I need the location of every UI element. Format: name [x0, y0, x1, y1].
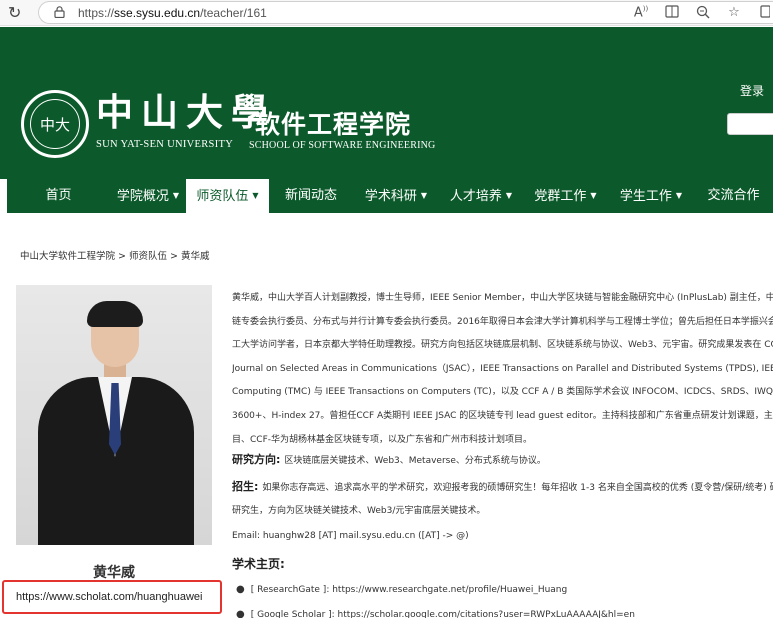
favorites-icon[interactable]: ☆: [726, 5, 742, 23]
address-bar[interactable]: https://sse.sysu.edu.cn/teacher/161 A)) …: [38, 1, 773, 24]
scholat-link[interactable]: https://www.scholat.com/huanghuawei: [16, 591, 203, 603]
recruit-section: 招生: 如果你志存高远、追求高水平的学术研究，欢迎报考我的硕博研究生！每年招收 1…: [232, 478, 773, 494]
nav-education[interactable]: 人才培养 ▼: [439, 179, 523, 213]
recruit-text-cont: 研究生，方向为区块链关键技术、Web3/元宇宙底层关键技术。: [232, 506, 486, 516]
university-name-cn: 中山大學: [96, 90, 276, 134]
split-screen-icon[interactable]: [757, 5, 773, 23]
research-section: 研究方向: 区块链底层关键技术、Web3、Metaverse、分布式系统与协议。: [232, 451, 546, 467]
teacher-photo: [16, 285, 212, 545]
nav-students[interactable]: 学生工作 ▼: [608, 179, 694, 213]
url-path: /teacher/161: [200, 6, 267, 20]
reader-mode-icon[interactable]: [664, 5, 680, 23]
nav-faculty[interactable]: 师资队伍 ▼: [186, 179, 269, 213]
nav-home[interactable]: 首页: [7, 179, 110, 213]
lock-icon[interactable]: [54, 6, 65, 21]
school-name-cn: 软件工程学院: [255, 110, 412, 139]
researchgate-link[interactable]: ●[ ResearchGate ]: https://www.researchg…: [236, 584, 567, 595]
read-aloud-icon[interactable]: A)): [633, 5, 649, 23]
breadcrumb[interactable]: 中山大学软件工程学院 > 师资队伍 > 黄华威: [20, 248, 210, 262]
chevron-down-icon: ▼: [590, 191, 597, 200]
chevron-down-icon: ▼: [505, 191, 513, 200]
url-scheme: https://: [78, 6, 115, 20]
site-search-input[interactable]: [727, 113, 773, 135]
site-header: 中大 中山大學 SUN YAT-SEN UNIVERSITY 软件工程学院 SC…: [0, 27, 773, 179]
homepage-title: 学术主页:: [232, 557, 285, 571]
google-scholar-link[interactable]: ●[ Google Scholar ]: https://scholar.goo…: [236, 609, 635, 618]
emblem-text: 中大: [30, 99, 80, 149]
url-text[interactable]: https://sse.sysu.edu.cn/teacher/161: [78, 6, 267, 20]
university-name-en: SUN YAT-SEN UNIVERSITY: [96, 139, 234, 150]
browser-toolbar: ↻ https://sse.sysu.edu.cn/teacher/161 A)…: [0, 0, 773, 26]
chevron-down-icon: ▼: [252, 191, 259, 200]
bio-line: 3600+、H-index 27。曾担任CCF A类期刊 IEEE JSAC 的…: [232, 410, 773, 421]
main-nav: 首页 学院概况 ▼ 师资队伍 ▼ 新闻动态 学术科研 ▼ 人才培养 ▼ 党群工作 ▼ 学生…: [0, 179, 773, 213]
login-link[interactable]: 登录: [740, 82, 764, 99]
bio-line: 黄华威，中山大学百人计划副教授，博士生导师，IEEE Senior Member…: [232, 293, 773, 303]
school-name-en: SCHOOL OF SOFTWARE ENGINEERING: [249, 140, 436, 151]
nav-news[interactable]: 新闻动态: [269, 179, 353, 213]
bio-line: Journal on Selected Areas in Communicati…: [232, 363, 773, 374]
university-emblem-icon[interactable]: 中大: [21, 90, 89, 158]
reload-icon[interactable]: ↻: [8, 3, 21, 22]
bio-line: Computing (TMC) 与 IEEE Transactions on C…: [232, 387, 773, 398]
bio-line: 工大学访问学者，日本京都大学特任助理教授。研究方向包括区块链底层机制、区块链系统…: [232, 340, 773, 351]
url-host: sse.sysu.edu.cn: [114, 6, 201, 20]
chevron-down-icon: ▼: [420, 191, 428, 200]
nav-exchange[interactable]: 交流合作: [694, 179, 773, 213]
recruit-text: 如果你志存高远、追求高水平的学术研究，欢迎报考我的硕博研究生！每年招收 1-3 …: [262, 483, 773, 493]
recruit-label: 招生:: [232, 480, 259, 493]
nav-party[interactable]: 党群工作 ▼: [523, 179, 608, 213]
email-text: Email: huanghw28 [AT] mail.sysu.edu.cn (…: [232, 531, 469, 541]
research-text: 区块链底层关键技术、Web3、Metaverse、分布式系统与协议。: [284, 456, 546, 466]
research-label: 研究方向:: [232, 453, 281, 466]
bullet-icon: ●: [236, 609, 245, 618]
chevron-down-icon: ▼: [172, 191, 180, 200]
bio-line: 链专委会执行委员、分布式与并行计算专委会执行委员。2016年取得日本会津大学计算…: [232, 316, 773, 327]
nav-about[interactable]: 学院概况 ▼: [110, 179, 186, 213]
nav-research[interactable]: 学术科研 ▼: [353, 179, 439, 213]
teacher-bio: 黄华威，中山大学百人计划副教授，博士生导师，IEEE Senior Member…: [232, 287, 773, 452]
teacher-name: 黄华威: [93, 565, 135, 581]
zoom-icon[interactable]: [695, 5, 711, 23]
chevron-down-icon: ▼: [675, 191, 683, 200]
bio-line: 目、CCF-华为胡杨林基金区块链专项，以及广东省和广州市科技计划项目。: [232, 434, 532, 445]
bullet-icon: ●: [236, 584, 245, 595]
